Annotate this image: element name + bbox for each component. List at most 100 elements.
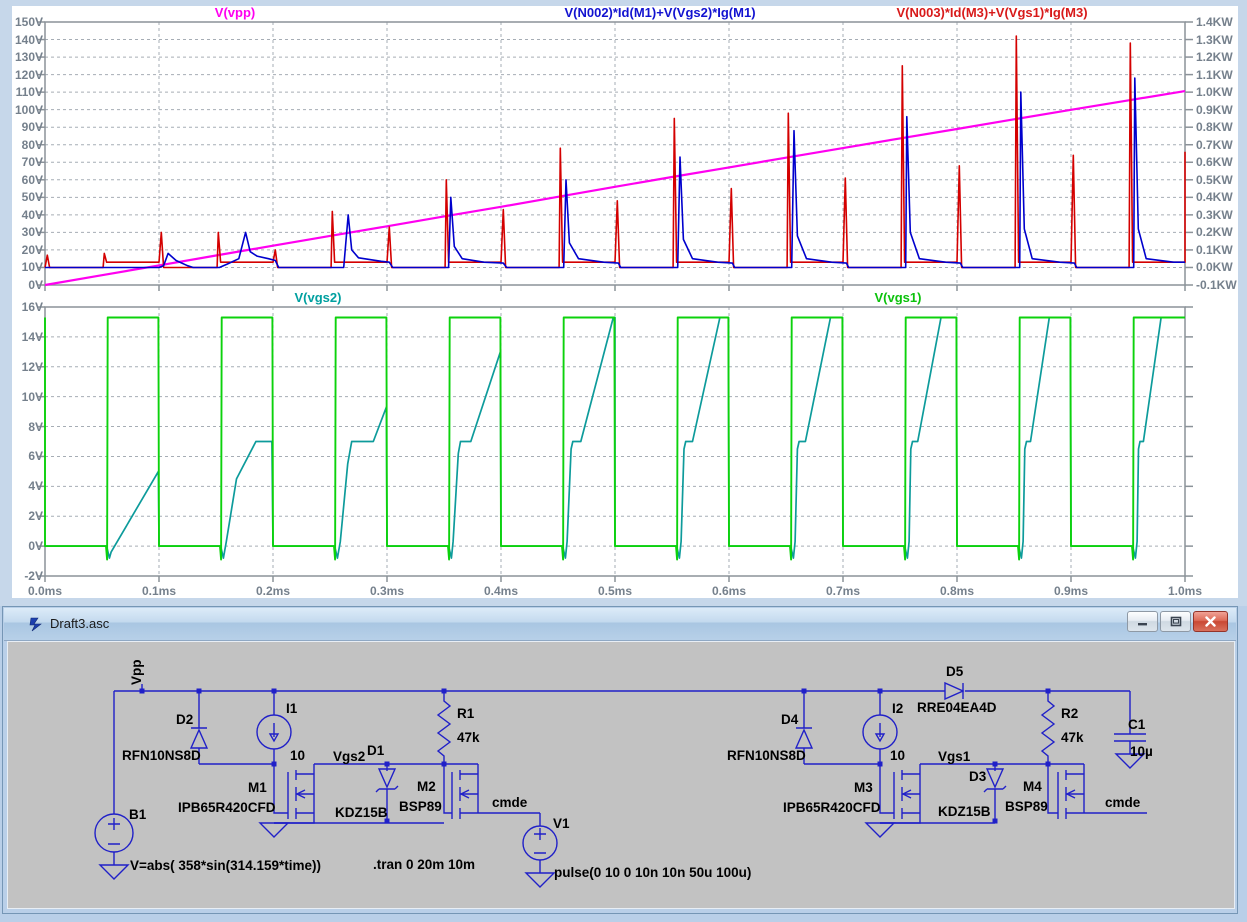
axis-tick-label: 130V: [14, 50, 43, 65]
axis-tick-label: 1.1KW: [1196, 67, 1233, 82]
wire-junction: [877, 688, 883, 694]
component-label[interactable]: D1: [367, 743, 385, 758]
axis-tick-label: 4V: [28, 479, 43, 494]
component-label[interactable]: V=abs( 358*sin(314.159*time)): [130, 858, 321, 873]
minimize-icon: [1137, 623, 1147, 626]
restore-button[interactable]: [1160, 611, 1191, 632]
trace-title[interactable]: V(N003)*Id(M3)+V(Vgs1)*Ig(M3): [896, 5, 1087, 20]
wire-junction: [1045, 761, 1051, 767]
axis-tick-label: 90V: [21, 120, 43, 135]
axis-tick-label: 70V: [21, 155, 43, 170]
component-label[interactable]: RRE04EA4D: [917, 700, 997, 715]
component-label[interactable]: 10: [290, 748, 305, 763]
schematic-canvas[interactable]: Vpp B1 V=abs( 358*sin(314.159*time)) D2 RFN1…: [7, 641, 1235, 909]
axis-tick-label: 0.2KW: [1196, 225, 1233, 240]
r1-resistor-icon: [436, 691, 452, 764]
component-label[interactable]: M3: [854, 780, 873, 795]
axis-tick-label: 1.3KW: [1196, 32, 1233, 47]
time-tick-label: 0.7ms: [825, 584, 861, 598]
time-tick-label: 0.0ms: [27, 584, 63, 598]
axis-tick-label: 100V: [14, 102, 43, 117]
trace-title[interactable]: V(vgs2): [295, 290, 342, 305]
time-tick-label: 0.9ms: [1053, 584, 1089, 598]
component-label[interactable]: I2: [892, 701, 903, 716]
component-label[interactable]: 47k: [457, 730, 480, 745]
component-label[interactable]: RFN10NS8D: [727, 748, 806, 763]
component-label[interactable]: M4: [1023, 779, 1042, 794]
wire-junction: [992, 818, 998, 824]
component-label[interactable]: D5: [946, 664, 964, 679]
component-label[interactable]: I1: [286, 701, 298, 716]
axis-tick-label: -2V: [24, 569, 43, 583]
component-label[interactable]: RFN10NS8D: [122, 748, 201, 763]
axis-tick-label: 8V: [28, 419, 43, 434]
ltspice-icon: [29, 617, 42, 632]
component-label[interactable]: D4: [781, 712, 799, 727]
close-button[interactable]: [1193, 611, 1228, 632]
ground-icon: [258, 822, 290, 838]
axis-tick-label: 120V: [14, 67, 43, 82]
component-label[interactable]: Vpp: [129, 660, 144, 686]
component-label[interactable]: Vgs1: [938, 749, 971, 764]
axis-tick-label: 0V: [28, 278, 43, 292]
d3-zener-icon: [983, 768, 1007, 793]
axis-tick-label: 50V: [21, 190, 43, 205]
axis-tick-label: 1.4KW: [1196, 15, 1233, 29]
wire-junction: [441, 761, 447, 767]
schematic-titlebar[interactable]: Draft3.asc: [4, 608, 1236, 641]
wire-junction: [271, 688, 277, 694]
component-label[interactable]: D3: [969, 769, 987, 784]
trace-title[interactable]: V(vpp): [215, 5, 255, 20]
component-label[interactable]: Vgs2: [333, 749, 365, 764]
v1-polarity: [534, 828, 546, 854]
component-label[interactable]: D2: [176, 712, 193, 727]
component-label[interactable]: R1: [457, 706, 475, 721]
component-label[interactable]: .tran 0 20m 10m: [373, 857, 475, 872]
waveform-plots[interactable]: [12, 6, 1238, 598]
component-label[interactable]: R2: [1061, 706, 1078, 721]
component-label[interactable]: KDZ15B: [938, 804, 991, 819]
time-tick-label: 0.8ms: [939, 584, 975, 598]
component-label[interactable]: IPB65R420CFD: [783, 800, 881, 815]
axis-tick-label: 150V: [14, 15, 43, 29]
d1-zener-icon: [375, 768, 399, 793]
axis-tick-label: 1.2KW: [1196, 50, 1233, 65]
component-label[interactable]: BSP89: [1005, 799, 1048, 814]
minimize-button[interactable]: [1127, 611, 1158, 632]
waveform-window: V(vpp) V(N002)*Id(M1)+V(Vgs2)*Ig(M1) V(N00…: [0, 0, 1247, 606]
axis-tick-label: 16V: [21, 300, 43, 314]
ground-icon: [524, 872, 556, 888]
axis-tick-label: 0.7KW: [1196, 137, 1233, 152]
component-label[interactable]: IPB65R420CFD: [178, 800, 276, 815]
component-label[interactable]: C1: [1128, 717, 1146, 732]
component-label[interactable]: M2: [417, 779, 436, 794]
component-label[interactable]: pulse(0 10 0 10n 10n 50u 100u): [554, 865, 751, 880]
component-label[interactable]: M1: [248, 780, 267, 795]
trace-title[interactable]: V(vgs1): [875, 290, 922, 305]
component-label[interactable]: B1: [129, 807, 147, 822]
component-label[interactable]: cmde: [492, 795, 528, 810]
time-tick-label: 0.1ms: [141, 584, 177, 598]
axis-tick-label: 1.0KW: [1196, 85, 1233, 100]
time-tick-label: 0.2ms: [255, 584, 291, 598]
component-label[interactable]: 47k: [1061, 730, 1084, 745]
axis-tick-label: 10V: [21, 389, 43, 404]
component-label[interactable]: cmde: [1105, 795, 1141, 810]
component-label[interactable]: 10: [890, 748, 905, 763]
axis-tick-label: 20V: [21, 242, 43, 257]
d5-diode-icon: [944, 681, 965, 701]
axis-tick-label: 80V: [21, 137, 43, 152]
component-label[interactable]: 10µ: [1130, 744, 1153, 759]
component-label[interactable]: V1: [553, 816, 570, 831]
current-arrow-icon: [268, 723, 280, 743]
wire-junction: [877, 761, 883, 767]
axis-tick-label: 0.3KW: [1196, 207, 1233, 222]
component-label[interactable]: KDZ15B: [335, 805, 388, 820]
trace-title[interactable]: V(N002)*Id(M1)+V(Vgs2)*Ig(M1): [564, 5, 755, 20]
time-tick-label: 0.4ms: [483, 584, 519, 598]
axis-tick-label: 12V: [21, 359, 43, 374]
d2-diode-icon: [189, 727, 209, 749]
axis-tick-label: -0.1KW: [1196, 278, 1237, 292]
time-tick-label: 0.6ms: [711, 584, 747, 598]
component-label[interactable]: BSP89: [399, 799, 442, 814]
